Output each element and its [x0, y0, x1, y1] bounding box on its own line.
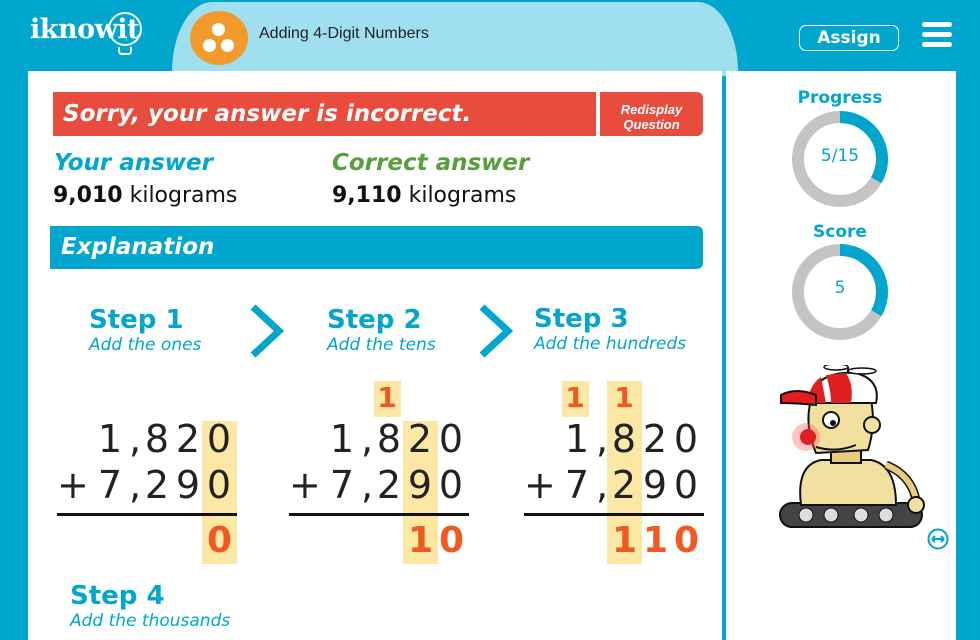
digit: 1	[329, 417, 355, 461]
sum-digit: 1	[612, 520, 638, 561]
hamburger-menu-icon[interactable]	[922, 22, 954, 48]
plus-sign: +	[57, 463, 89, 507]
carry-digit: 1	[565, 381, 585, 414]
step-subtitle: Add the tens	[327, 335, 436, 355]
sum-line	[289, 513, 469, 516]
lesson-title: Adding 4-Digit Numbers	[259, 25, 429, 42]
step-subtitle: Add the ones	[89, 335, 202, 355]
lightbulb-base-icon	[118, 47, 132, 55]
three-dots-icon	[190, 11, 248, 65]
chevron-right-icon	[479, 304, 514, 358]
your-answer-value: 9,010 kilograms	[53, 183, 237, 208]
digit: 0	[206, 463, 232, 507]
digit: 2	[175, 417, 201, 461]
plus-sign: +	[289, 463, 321, 507]
your-answer-number: 9,010	[53, 183, 123, 208]
sum-digit: 0	[207, 520, 233, 561]
explanation-header: Explanation	[50, 226, 703, 269]
digit: 0	[206, 417, 232, 461]
correct-answer-unit: kilograms	[401, 183, 517, 208]
digit: 9	[407, 463, 433, 507]
digit: 7	[329, 463, 355, 507]
your-answer-label: Your answer	[54, 150, 213, 176]
digit: 9	[175, 463, 201, 507]
chevron-right-icon	[250, 304, 285, 358]
step-subtitle: Add the hundreds	[534, 334, 687, 354]
digit: 2	[642, 417, 668, 461]
your-answer-unit: kilograms	[122, 183, 238, 208]
digit: 9	[642, 463, 668, 507]
digit: 0	[673, 417, 699, 461]
step-3: Step 3 Add the hundreds	[534, 304, 686, 354]
digit: 7	[564, 463, 590, 507]
correct-answer-value: 9,110 kilograms	[332, 183, 516, 208]
plus-sign: +	[524, 463, 556, 507]
sum-digit: 1	[643, 520, 669, 561]
correct-answer-label: Correct answer	[332, 150, 530, 176]
carry-digit: 1	[614, 381, 634, 414]
digit: 0	[438, 463, 464, 507]
step-title: Step 4	[70, 581, 165, 611]
digit: 0	[438, 417, 464, 461]
sum-digit: 0	[439, 520, 465, 561]
expand-arrows-icon[interactable]	[927, 528, 949, 550]
digit: 7	[97, 463, 123, 507]
progress-value: 5/15	[820, 146, 860, 166]
progress-label: Progress	[797, 88, 883, 108]
digit: 1	[97, 417, 123, 461]
step-title: Step 1	[89, 305, 184, 335]
lesson-title-bar	[172, 2, 738, 76]
step-4: Step 4 Add the thousands	[70, 581, 230, 631]
step-title: Step 2	[327, 305, 422, 335]
step-1: Step 1 Add the ones	[89, 305, 201, 355]
step-title: Step 3	[534, 304, 629, 334]
sum-line	[524, 513, 704, 516]
sum-digit: 1	[408, 520, 434, 561]
digit: 0	[673, 463, 699, 507]
correct-answer-number: 9,110	[332, 183, 402, 208]
digit: 1	[564, 417, 590, 461]
lightbulb-icon	[108, 12, 142, 46]
score-value: 5	[834, 278, 846, 298]
app-root: iknowit Adding 4-Digit Numbers Assign So…	[0, 0, 980, 640]
panel-divider	[722, 80, 726, 640]
assign-button[interactable]: Assign	[799, 25, 899, 51]
step-subtitle: Add the thousands	[70, 611, 231, 631]
sum-line	[57, 513, 237, 516]
redisplay-label-line2: Question	[623, 117, 680, 132]
carry-digit: 1	[377, 381, 397, 414]
redisplay-question-button[interactable]: Redisplay Question	[600, 92, 703, 136]
step-2: Step 2 Add the tens	[327, 305, 436, 355]
digit: 2	[407, 417, 433, 461]
score-label: Score	[813, 222, 867, 242]
sum-digit: 0	[674, 520, 700, 561]
incorrect-message: Sorry, your answer is incorrect.	[53, 92, 596, 136]
robot-mascot	[779, 365, 925, 528]
header: iknowit Adding 4-Digit Numbers Assign	[0, 0, 980, 76]
redisplay-label-line1: Redisplay	[620, 102, 683, 117]
